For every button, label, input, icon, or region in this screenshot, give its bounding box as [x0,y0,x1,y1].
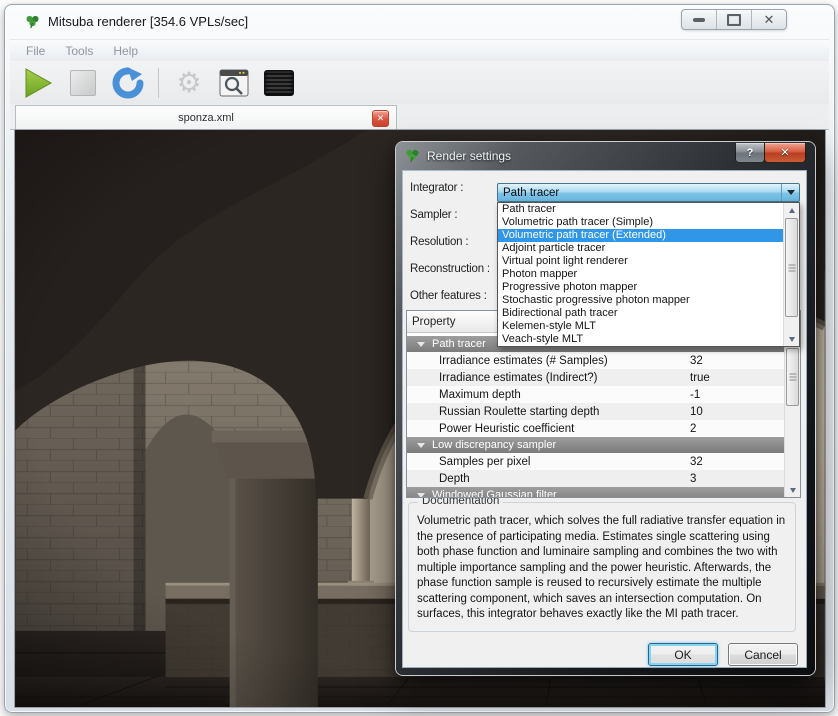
dropdown-item[interactable]: Adjoint particle tracer [498,242,784,255]
dialog-help-button[interactable]: ? [735,143,765,163]
refresh-icon [112,67,144,99]
minimize-button[interactable] [682,10,717,29]
property-row[interactable]: Irradiance estimates (Indirect?)true [407,369,800,386]
collapse-triangle-icon [417,493,425,498]
section-windowed-gaussian-filter[interactable]: Windowed Gaussian filter [407,487,800,498]
console-icon [264,70,294,96]
gear-icon: ⚙ [176,69,201,97]
property-row[interactable]: Depth3 [407,470,800,487]
cancel-button[interactable]: Cancel [728,643,798,666]
property-row[interactable]: Irradiance estimates (# Samples)32 [407,352,800,369]
dropdown-item[interactable]: Stochastic progressive photon mapper [498,294,784,307]
stop-button[interactable] [65,65,101,101]
dropdown-scrollbar[interactable] [783,203,799,346]
settings-button[interactable]: ⚙ [171,65,207,101]
dropdown-item[interactable]: Progressive photon mapper [498,281,784,294]
dialog-close-icon: ✕ [780,146,789,159]
dialog-titlebar: Render settings [405,148,511,163]
render-settings-dialog: Render settings ? ✕ Integrator : Sampler… [396,142,815,675]
dropdown-item[interactable]: Bidirectional path tracer [498,307,784,320]
chevron-down-icon [787,190,795,195]
integrator-label: Integrator : [410,182,463,194]
property-row[interactable]: Maximum depth-1 [407,386,800,403]
other-features-label: Other features : [410,290,487,302]
ok-button[interactable]: OK [648,643,718,666]
tab-strip: sponza.xml ✕ [10,104,829,130]
dropdown-item[interactable]: Volumetric path tracer (Extended) [498,229,784,242]
dropdown-item[interactable]: Volumetric path tracer (Simple) [498,216,784,229]
menu-file[interactable]: File [16,44,55,58]
close-button[interactable]: ✕ [752,10,786,29]
maximize-icon [727,14,741,26]
tab-close-button[interactable]: ✕ [372,110,389,127]
scroll-down-icon[interactable] [785,483,800,497]
scroll-down-icon[interactable] [784,332,799,346]
table-scrollbar[interactable] [784,333,800,497]
property-row[interactable]: Russian Roulette starting depth10 [407,403,800,420]
menu-tools[interactable]: Tools [55,44,103,58]
integrator-value: Path tracer [503,187,559,199]
table-scroll-thumb[interactable] [786,348,799,406]
property-row[interactable]: Samples per pixel32 [407,453,800,470]
window-title: Mitsuba renderer [354.6 VPLs/sec] [48,14,248,29]
mitsuba-clover-icon [25,14,40,29]
documentation-text: Volumetric path tracer, which solves the… [409,503,795,623]
reconstruction-label: Reconstruction : [410,263,490,275]
toolbar: ⚙ [10,61,829,105]
toolbar-separator [158,68,159,98]
section-low-discrepancy-sampler[interactable]: Low discrepancy sampler [407,437,800,453]
help-icon: ? [747,147,754,159]
tab-sponza[interactable]: sponza.xml ✕ [15,105,397,130]
tab-label: sponza.xml [178,112,234,124]
maximize-button[interactable] [717,10,752,29]
documentation-groupbox: Documentation Volumetric path tracer, wh… [408,502,796,632]
run-button[interactable] [20,65,56,101]
preview-settings-button[interactable] [216,65,252,101]
integrator-combobox[interactable]: Path tracer [497,183,800,202]
collapse-triangle-icon [417,342,425,347]
minimize-icon [693,18,705,22]
integrator-dropdown-list: Path tracer Volumetric path tracer (Simp… [497,202,800,347]
log-console-button[interactable] [261,65,297,101]
dialog-close-button[interactable]: ✕ [764,143,806,163]
dialog-content: Integrator : Sampler : Resolution : Reco… [403,171,806,667]
dropdown-item[interactable]: Path tracer [498,203,784,216]
collapse-triangle-icon [417,443,425,448]
menu-help[interactable]: Help [103,44,148,58]
table-body: Path tracer Irradiance estimates (# Samp… [407,336,800,498]
resolution-label: Resolution : [410,236,468,248]
tab-close-icon: ✕ [377,113,385,124]
combobox-arrow-button[interactable] [781,184,799,201]
scroll-up-icon[interactable] [784,203,799,217]
menu-bar: File Tools Help [10,39,829,62]
property-column-header[interactable]: Property [407,311,501,332]
dialog-title: Render settings [427,149,511,163]
magnifier-window-icon [219,69,249,97]
dialog-clover-icon [405,148,420,163]
dropdown-item[interactable]: Photon mapper [498,268,784,281]
dropdown-item[interactable]: Veach-style MLT [498,333,784,346]
dropdown-scroll-thumb[interactable] [785,218,798,317]
play-icon [23,67,53,99]
window-controls: ✕ [681,9,787,30]
property-row[interactable]: Power Heuristic coefficient2 [407,420,800,437]
refresh-button[interactable] [110,65,146,101]
stop-icon [70,70,96,96]
sampler-label: Sampler : [410,209,457,221]
dropdown-item[interactable]: Kelemen-style MLT [498,320,784,333]
main-titlebar: Mitsuba renderer [354.6 VPLs/sec] ✕ [5,5,834,38]
dropdown-item[interactable]: Virtual point light renderer [498,255,784,268]
close-icon: ✕ [764,13,775,26]
